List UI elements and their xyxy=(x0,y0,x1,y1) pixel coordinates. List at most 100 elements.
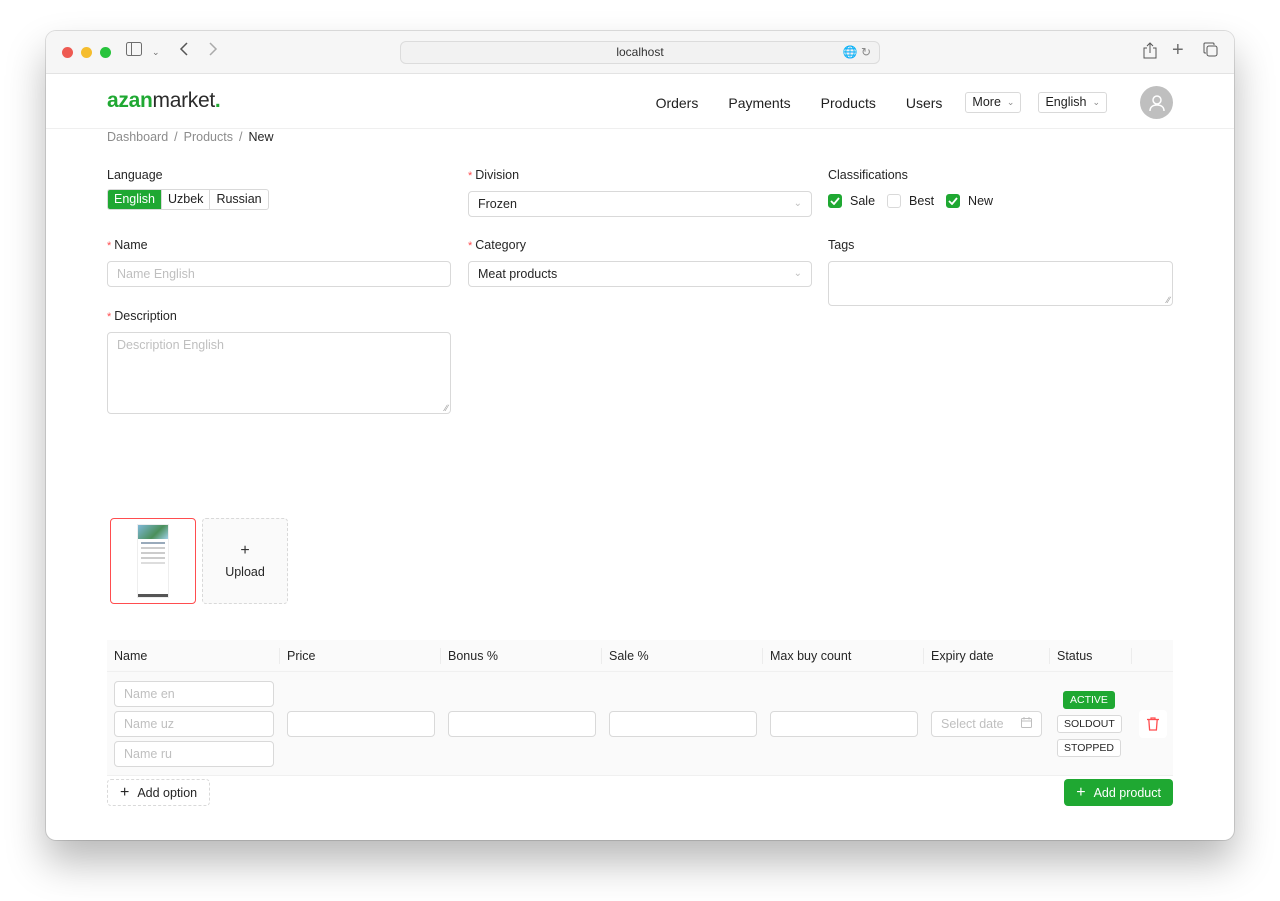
logo-dot: . xyxy=(214,89,221,112)
option-name-en-input[interactable]: Name en xyxy=(114,680,274,707)
option-name-uz-input[interactable]: Name uz xyxy=(114,710,274,737)
zoom-window-button[interactable] xyxy=(100,47,111,58)
placeholder: Name ru xyxy=(124,746,172,761)
trash-icon xyxy=(1147,716,1159,731)
classifications-field: Classifications Sale Best New xyxy=(828,165,1173,214)
window-controls xyxy=(62,47,111,58)
browser-window: ⌄ localhost 🌐 ↻ + azanmarket. Orders Pay… xyxy=(46,31,1234,840)
tabs-icon[interactable] xyxy=(1203,42,1218,63)
breadcrumb-products[interactable]: Products xyxy=(184,130,233,144)
language-dropdown[interactable]: English ⌄ xyxy=(1038,92,1107,113)
add-option-label: Add option xyxy=(137,785,198,800)
chevron-down-icon: ⌄ xyxy=(1006,97,1015,107)
required-mark: * xyxy=(107,240,112,252)
category-select[interactable]: Meat products ⌄ xyxy=(468,261,812,287)
more-dropdown[interactable]: More ⌄ xyxy=(965,92,1022,113)
reload-icon[interactable]: ↻ xyxy=(861,45,871,59)
required-mark: * xyxy=(107,311,112,323)
classification-sale-checkbox[interactable]: Sale xyxy=(828,194,875,208)
table-row: Name en Name uz Name ru Select date ACTI… xyxy=(107,672,1173,776)
close-window-button[interactable] xyxy=(62,47,73,58)
share-icon[interactable] xyxy=(1143,42,1157,65)
tags-field: Tags ∕∕ xyxy=(828,235,1173,306)
checkbox-checked-icon xyxy=(946,194,961,208)
resize-handle-icon[interactable]: ∕∕ xyxy=(445,403,448,413)
logo[interactable]: azanmarket. xyxy=(107,89,221,113)
more-label: More xyxy=(972,95,1001,109)
option-sale-input[interactable] xyxy=(609,710,757,737)
main-nav: Orders Payments Products Users More ⌄ En… xyxy=(656,86,1173,119)
upload-button[interactable]: + Upload xyxy=(202,518,288,604)
checkbox-checked-icon xyxy=(828,194,842,208)
nav-products[interactable]: Products xyxy=(821,95,876,111)
add-option-button[interactable]: + Add option xyxy=(107,779,211,806)
sidebar-icon[interactable] xyxy=(126,42,142,62)
breadcrumb-dashboard[interactable]: Dashboard xyxy=(107,130,168,144)
options-table: Name Price Bonus % Sale % Max buy count … xyxy=(107,640,1173,776)
language-option-russian[interactable]: Russian xyxy=(210,190,267,209)
checkbox-unchecked-icon xyxy=(887,194,902,208)
column-header-bonus: Bonus % xyxy=(441,640,602,671)
division-field: * Division Frozen ⌄ xyxy=(468,165,812,217)
category-field: * Category Meat products ⌄ xyxy=(468,235,812,287)
option-max-buy-input[interactable] xyxy=(770,710,918,737)
uploaded-image-thumbnail[interactable] xyxy=(110,518,196,604)
option-price-input[interactable] xyxy=(287,710,435,737)
chevron-down-icon: ⌄ xyxy=(793,198,802,209)
required-mark: * xyxy=(468,170,473,182)
status-stopped-tag[interactable]: STOPPED xyxy=(1057,738,1121,757)
language-segmented: English Uzbek Russian xyxy=(107,189,269,210)
option-expiry-datepicker[interactable]: Select date xyxy=(931,710,1042,737)
status-soldout-tag[interactable]: SOLDOUT xyxy=(1057,714,1122,733)
description-field: * Description Description English ∕∕ xyxy=(107,306,451,414)
language-option-english[interactable]: English xyxy=(108,190,162,209)
nav-payments[interactable]: Payments xyxy=(728,95,790,111)
placeholder: Name uz xyxy=(124,716,175,731)
browser-toolbar: ⌄ localhost 🌐 ↻ + xyxy=(46,31,1234,74)
classifications-field-label: Classifications xyxy=(828,168,908,182)
description-placeholder: Description English xyxy=(117,338,224,352)
minimize-window-button[interactable] xyxy=(81,47,92,58)
column-header-name: Name xyxy=(107,640,280,671)
description-field-label: Description xyxy=(114,309,177,323)
chevron-down-icon: ⌄ xyxy=(793,268,802,279)
delete-option-button[interactable] xyxy=(1139,709,1167,738)
division-select[interactable]: Frozen ⌄ xyxy=(468,191,812,217)
plus-icon: + xyxy=(120,783,130,801)
status-active-tag[interactable]: ACTIVE xyxy=(1063,690,1115,709)
language-label: English xyxy=(1045,95,1087,109)
translate-icon[interactable]: 🌐 xyxy=(843,45,858,59)
avatar[interactable] xyxy=(1140,86,1173,119)
option-name-ru-input[interactable]: Name ru xyxy=(114,740,274,767)
name-placeholder: Name English xyxy=(117,267,195,281)
language-option-uzbek[interactable]: Uzbek xyxy=(162,190,211,209)
classification-best-checkbox[interactable]: Best xyxy=(887,194,934,208)
name-input[interactable]: Name English xyxy=(107,261,451,287)
category-value: Meat products xyxy=(478,267,558,281)
back-icon[interactable] xyxy=(179,42,189,62)
column-header-max-buy: Max buy count xyxy=(763,640,924,671)
nav-users[interactable]: Users xyxy=(906,95,943,111)
column-header-price: Price xyxy=(280,640,441,671)
address-bar[interactable]: localhost 🌐 ↻ xyxy=(400,41,880,64)
add-product-button[interactable]: + Add product xyxy=(1064,779,1173,806)
option-bonus-input[interactable] xyxy=(448,710,596,737)
nav-orders[interactable]: Orders xyxy=(656,95,699,111)
breadcrumb-current: New xyxy=(248,130,274,144)
user-icon xyxy=(1148,94,1165,111)
tags-textarea[interactable]: ∕∕ xyxy=(828,261,1173,306)
new-tab-icon[interactable]: + xyxy=(1172,40,1184,60)
calendar-icon xyxy=(1021,712,1032,736)
image-preview xyxy=(137,524,169,598)
description-textarea[interactable]: Description English ∕∕ xyxy=(107,332,451,414)
classification-sale-label: Sale xyxy=(850,194,876,208)
forward-icon[interactable] xyxy=(208,42,218,62)
chevron-down-icon[interactable]: ⌄ xyxy=(152,42,160,62)
table-header: Name Price Bonus % Sale % Max buy count … xyxy=(107,640,1173,672)
division-value: Frozen xyxy=(478,197,517,211)
placeholder: Name en xyxy=(124,686,175,701)
category-field-label: Category xyxy=(475,238,527,252)
classification-new-checkbox[interactable]: New xyxy=(946,194,993,208)
language-field-label: Language xyxy=(107,168,163,182)
resize-handle-icon[interactable]: ∕∕ xyxy=(1167,295,1170,305)
